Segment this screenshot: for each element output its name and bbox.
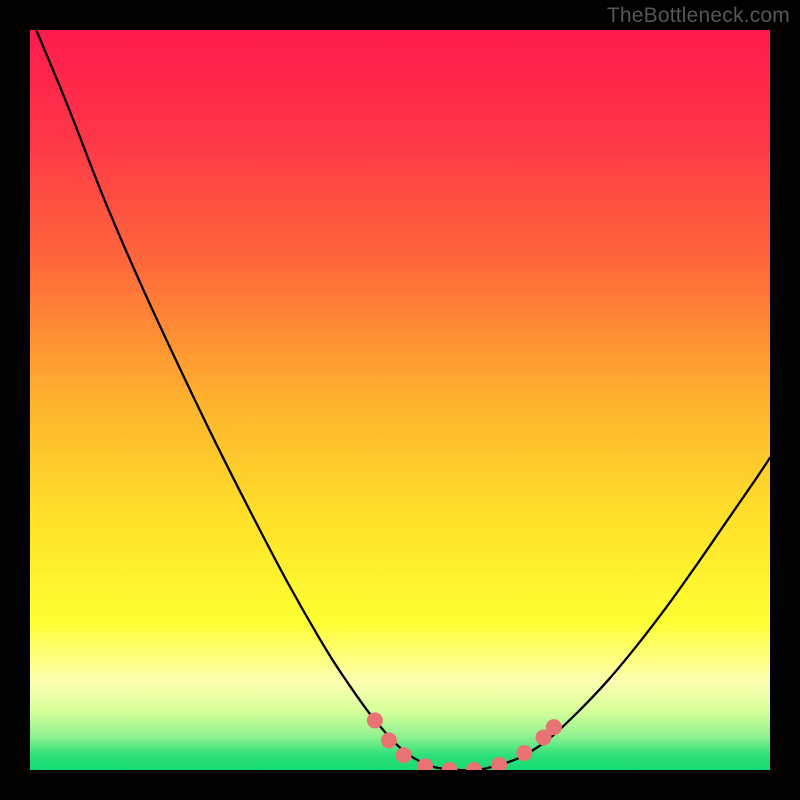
marker-dot	[466, 762, 482, 770]
marker-dot	[442, 762, 458, 770]
chart-frame: TheBottleneck.com	[0, 0, 800, 800]
marker-dot	[367, 712, 383, 728]
marker-dot	[417, 758, 433, 770]
plot-area	[30, 30, 770, 770]
attribution-text: TheBottleneck.com	[607, 4, 790, 28]
marker-dot	[546, 719, 562, 735]
marker-dot	[396, 747, 412, 763]
marker-dot	[491, 757, 507, 770]
marker-dot	[381, 732, 397, 748]
marker-dot	[516, 745, 532, 761]
curve-markers	[30, 30, 770, 770]
